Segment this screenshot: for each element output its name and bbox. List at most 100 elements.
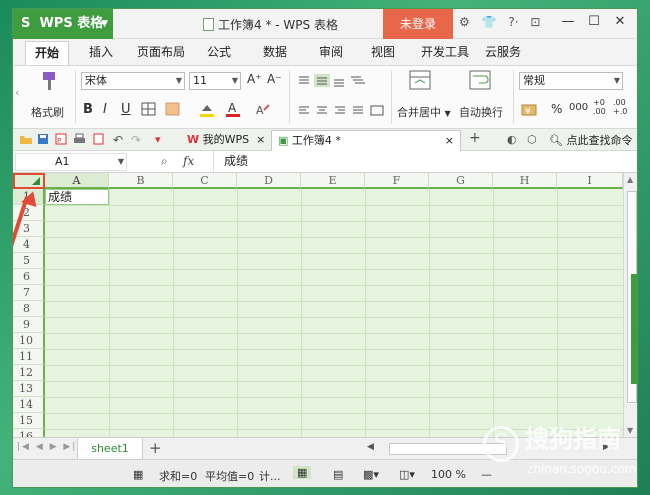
page-break-view-icon[interactable]: ▩▾ [363,468,379,481]
column-header[interactable]: D [237,173,301,189]
wrap-text-icon[interactable] [469,70,491,92]
row-header[interactable]: 11 [13,349,45,365]
tab-developer[interactable]: 开发工具 [421,43,469,60]
row-header[interactable]: 7 [13,285,45,301]
format-painter-icon[interactable] [39,70,61,92]
font-size-select[interactable]: 11 ▼ [189,72,241,90]
page-layout-view-icon[interactable]: ▤ [333,468,343,481]
decrease-decimal-button[interactable]: .00 +.0 [613,98,633,116]
side-panel-toggle[interactable] [631,274,637,384]
print-icon[interactable] [73,133,86,148]
tab-home[interactable]: 开始 [25,41,70,65]
zoom-value[interactable]: 100 % [431,468,466,481]
stats-icon[interactable]: ▦ [133,468,143,481]
format-painter-button[interactable]: 格式刷 [31,104,64,120]
name-box[interactable]: A1 ▼ [15,153,127,171]
redo-icon[interactable]: ↷ [131,133,141,147]
increase-decimal-button[interactable]: +0 .00 [593,98,613,116]
open-folder-icon[interactable] [19,133,33,148]
tab-view[interactable]: 视图 [371,43,395,60]
font-grow-button[interactable]: A⁺ [247,72,262,86]
command-search[interactable]: 🔍︎ 点此查找命令 [549,132,632,148]
scroll-left-icon[interactable]: ◀ [367,442,374,452]
help-icon[interactable]: ?· [508,15,518,29]
minimize-button[interactable]: — [555,14,581,29]
add-sheet-button[interactable]: + [149,439,162,457]
row-header[interactable]: 8 [13,301,45,317]
column-header[interactable]: G [429,173,493,189]
column-header[interactable]: I [557,173,623,189]
save-icon[interactable] [37,133,49,148]
vertical-align-group[interactable] [297,74,377,88]
underline-button[interactable]: U [121,102,131,117]
merge-center-icon[interactable] [409,70,431,92]
row-header[interactable]: 14 [13,397,45,413]
cell-style-icon[interactable] [165,102,183,116]
tab-cloud[interactable]: 云服务 [485,43,521,60]
column-header[interactable]: A [45,173,109,189]
column-header[interactable]: H [493,173,557,189]
tab-insert[interactable]: 插入 [89,43,113,60]
row-header[interactable]: 16 [13,429,45,437]
tab-formula[interactable]: 公式 [207,43,231,60]
row-header[interactable]: 4 [13,237,45,253]
close-tab-icon[interactable]: × [256,133,265,146]
column-header[interactable]: F [365,173,429,189]
fill-color-icon[interactable] [199,102,217,118]
row-header[interactable]: 6 [13,269,45,285]
cell-a1[interactable]: 成绩 [45,189,109,205]
sheet-tab-sheet1[interactable]: sheet1 [77,438,143,460]
share-icon[interactable]: ⬡ [527,133,537,146]
spreadsheet-grid[interactable]: A B C D E F G H I 1 2 3 4 5 6 7 8 9 10 1… [13,173,623,437]
tab-my-wps[interactable]: W 我的WPS × [181,130,271,151]
bold-button[interactable]: B [83,102,93,117]
number-format-select[interactable]: 常规 ▼ [519,72,623,90]
undo-icon[interactable]: ↶ [113,133,123,147]
normal-view-icon[interactable]: ▦ [293,466,312,479]
print-preview-icon[interactable] [93,133,105,148]
app-menu-button[interactable]: S WPS 表格 ▼ [13,9,113,39]
tab-data[interactable]: 数据 [263,43,287,60]
gear-icon[interactable]: ⚙ [459,15,470,29]
tab-page-layout[interactable]: 页面布局 [137,43,185,60]
border-icon[interactable] [141,102,159,116]
scroll-up-icon[interactable]: ▲ [627,175,633,184]
export-pdf-icon[interactable]: P [55,133,67,148]
row-header[interactable]: 10 [13,333,45,349]
login-button[interactable]: 未登录 [383,9,453,39]
close-button[interactable]: ✕ [607,14,633,29]
italic-button[interactable]: I [103,102,107,117]
select-all-button[interactable] [13,173,45,189]
column-header[interactable]: E [301,173,365,189]
ribbon-scroll-left-icon[interactable]: ‹ [15,86,19,99]
insert-function-button[interactable]: fx [183,154,194,168]
column-header[interactable]: B [109,173,173,189]
maximize-button[interactable]: ☐ [581,14,607,29]
clear-format-icon[interactable]: A [255,102,273,118]
close-tab-icon[interactable]: × [445,131,454,151]
customize-icon[interactable]: ▾ [155,133,161,146]
zoom-search-icon[interactable]: ⌕ [161,154,168,169]
restore-layout-icon[interactable]: ⊡ [530,15,540,29]
row-header[interactable]: 13 [13,381,45,397]
row-header[interactable]: 15 [13,413,45,429]
horizontal-align-group[interactable] [297,104,387,118]
row-header[interactable]: 9 [13,317,45,333]
skin-icon[interactable]: 👕 [482,15,497,29]
reading-mode-icon[interactable]: ◫▾ [399,468,415,481]
row-header[interactable]: 12 [13,365,45,381]
backup-icon[interactable]: ◐ [507,133,517,146]
percent-button[interactable]: % [551,102,562,116]
tab-review[interactable]: 审阅 [319,43,343,60]
formula-input[interactable]: 成绩 [213,151,637,173]
sheet-nav-icons[interactable]: |◀ ◀ ▶ ▶| [17,442,77,452]
font-color-icon[interactable]: A [225,100,243,118]
thousands-button[interactable]: 000 [569,102,588,113]
merge-center-button[interactable]: 合并居中 ▼ [397,104,451,120]
new-tab-icon[interactable]: + [469,130,481,146]
font-shrink-button[interactable]: A⁻ [267,72,282,86]
font-name-select[interactable]: 宋体 ▼ [81,72,185,90]
currency-icon[interactable]: ¥ [521,102,543,118]
column-header[interactable]: C [173,173,237,189]
row-header[interactable]: 5 [13,253,45,269]
